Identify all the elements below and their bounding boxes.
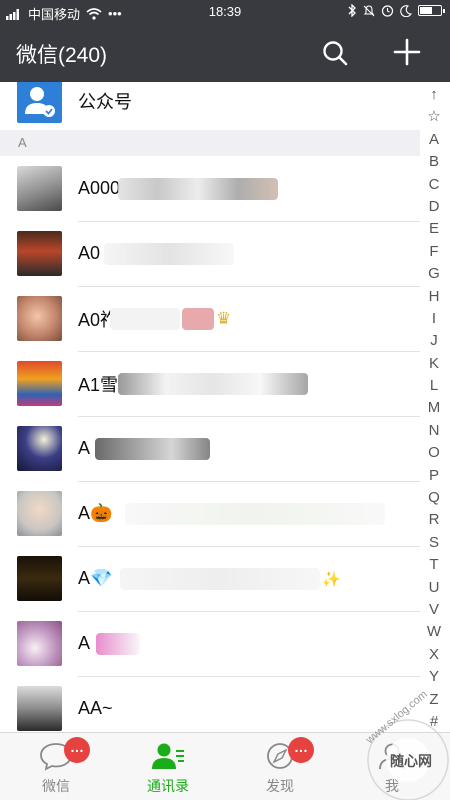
battery-icon: [418, 5, 445, 16]
contact-name: A: [78, 633, 91, 653]
index-letter[interactable]: ☆: [427, 106, 440, 128]
contact-avatar: [17, 231, 62, 276]
contact-name: A000: [78, 178, 121, 198]
contact-avatar: [17, 426, 62, 471]
index-letter[interactable]: M: [428, 397, 441, 419]
alphabet-index[interactable]: ↑ ☆ A B C D E F G H I J K L M N O P Q R S T U V W X Y Z #: [424, 84, 444, 733]
index-letter[interactable]: B: [429, 151, 439, 173]
index-letter[interactable]: A: [429, 129, 439, 151]
alarm-icon: [381, 5, 394, 17]
index-letter[interactable]: E: [429, 218, 439, 240]
index-letter[interactable]: R: [429, 509, 440, 531]
index-letter[interactable]: H: [429, 286, 440, 308]
status-right: [347, 4, 445, 17]
notification-badge: …: [288, 737, 314, 763]
contact-avatar: [17, 686, 62, 731]
index-letter[interactable]: P: [429, 465, 439, 487]
crown-emoji: ♛: [216, 308, 232, 328]
contact-avatar: [17, 296, 62, 341]
index-letter[interactable]: V: [429, 599, 439, 621]
contact-name: A1雪: [78, 374, 119, 395]
contact-avatar: [17, 621, 62, 666]
contact-row[interactable]: A1雪: [0, 351, 420, 416]
redacted-name: [118, 372, 308, 395]
contact-name: A🎃: [78, 503, 113, 523]
contact-list[interactable]: 公众号 A A000 A0 A0祚 ♛ A1雪 A A🎃 A💎 ✨ A AA~: [0, 82, 450, 732]
contact-name: A: [78, 438, 91, 458]
contact-row[interactable]: A: [0, 416, 420, 481]
redacted-name: [110, 307, 180, 330]
contact-name: A0: [78, 243, 101, 263]
official-accounts-label: 公众号: [78, 91, 132, 112]
tab-chats[interactable]: … 微信: [0, 733, 112, 800]
app-header: 微信(240): [0, 24, 450, 82]
index-letter[interactable]: J: [430, 330, 438, 352]
tab-chats-label: 微信: [42, 778, 70, 794]
index-letter[interactable]: U: [429, 577, 440, 599]
contact-avatar: [17, 491, 62, 536]
contact-name: A💎: [78, 568, 113, 588]
contact-row[interactable]: A🎃: [0, 481, 420, 546]
redacted-name: [118, 177, 278, 200]
mute-icon: [363, 4, 375, 16]
watermark-text: 随心网: [390, 753, 432, 769]
contact-row[interactable]: A000: [0, 156, 420, 221]
index-letter[interactable]: F: [429, 241, 438, 263]
sparkle-emoji: ✨: [322, 570, 341, 588]
contact-avatar: [17, 556, 62, 601]
index-letter[interactable]: C: [429, 174, 440, 196]
index-letter[interactable]: L: [430, 375, 438, 397]
add-icon[interactable]: [392, 37, 422, 67]
tab-contacts-label: 通讯录: [147, 778, 189, 794]
index-letter[interactable]: S: [429, 532, 439, 554]
index-letter[interactable]: D: [429, 196, 440, 218]
redacted-name: [96, 632, 140, 655]
unread-badge: …: [64, 737, 90, 763]
moon-icon: [400, 4, 412, 17]
contact-row[interactable]: A: [0, 611, 420, 676]
redacted-name: [120, 567, 320, 590]
index-letter[interactable]: Y: [429, 666, 439, 688]
contact-avatar: [17, 361, 62, 406]
index-letter[interactable]: O: [428, 442, 440, 464]
redacted-name: [182, 307, 214, 330]
bluetooth-icon: [348, 4, 356, 17]
index-letter[interactable]: ↑: [430, 84, 438, 106]
contact-row[interactable]: A0: [0, 221, 420, 286]
index-letter[interactable]: T: [429, 554, 438, 576]
redacted-name: [95, 437, 210, 460]
tab-contacts[interactable]: 通讯录: [112, 733, 224, 800]
official-accounts-icon: [17, 82, 62, 123]
index-letter[interactable]: K: [429, 353, 439, 375]
tab-discover-label: 发现: [266, 778, 294, 794]
watermark-url: www.sxlog.com: [363, 690, 430, 747]
index-letter[interactable]: W: [427, 621, 441, 643]
official-accounts-row[interactable]: 公众号: [0, 82, 420, 133]
tab-discover[interactable]: … 发现: [224, 733, 336, 800]
contact-name: AA~: [78, 698, 113, 718]
status-bar: 中国移动 ••• 18:39: [0, 0, 450, 24]
index-letter[interactable]: G: [428, 263, 440, 285]
redacted-name: [125, 502, 385, 525]
contact-avatar: [17, 166, 62, 211]
contacts-icon: [152, 743, 184, 769]
contact-row[interactable]: A💎 ✨: [0, 546, 420, 611]
section-header-a: A: [0, 130, 420, 156]
index-letter[interactable]: Q: [428, 487, 440, 509]
index-letter[interactable]: N: [429, 420, 440, 442]
contact-row[interactable]: A0祚 ♛: [0, 286, 420, 351]
page-title: 微信(240): [16, 44, 108, 67]
watermark-logo: 随心网 www.sxlog.com: [363, 690, 449, 800]
redacted-name: [104, 242, 234, 265]
search-icon[interactable]: [320, 38, 350, 68]
index-letter[interactable]: I: [432, 308, 436, 330]
index-letter[interactable]: X: [429, 644, 439, 666]
